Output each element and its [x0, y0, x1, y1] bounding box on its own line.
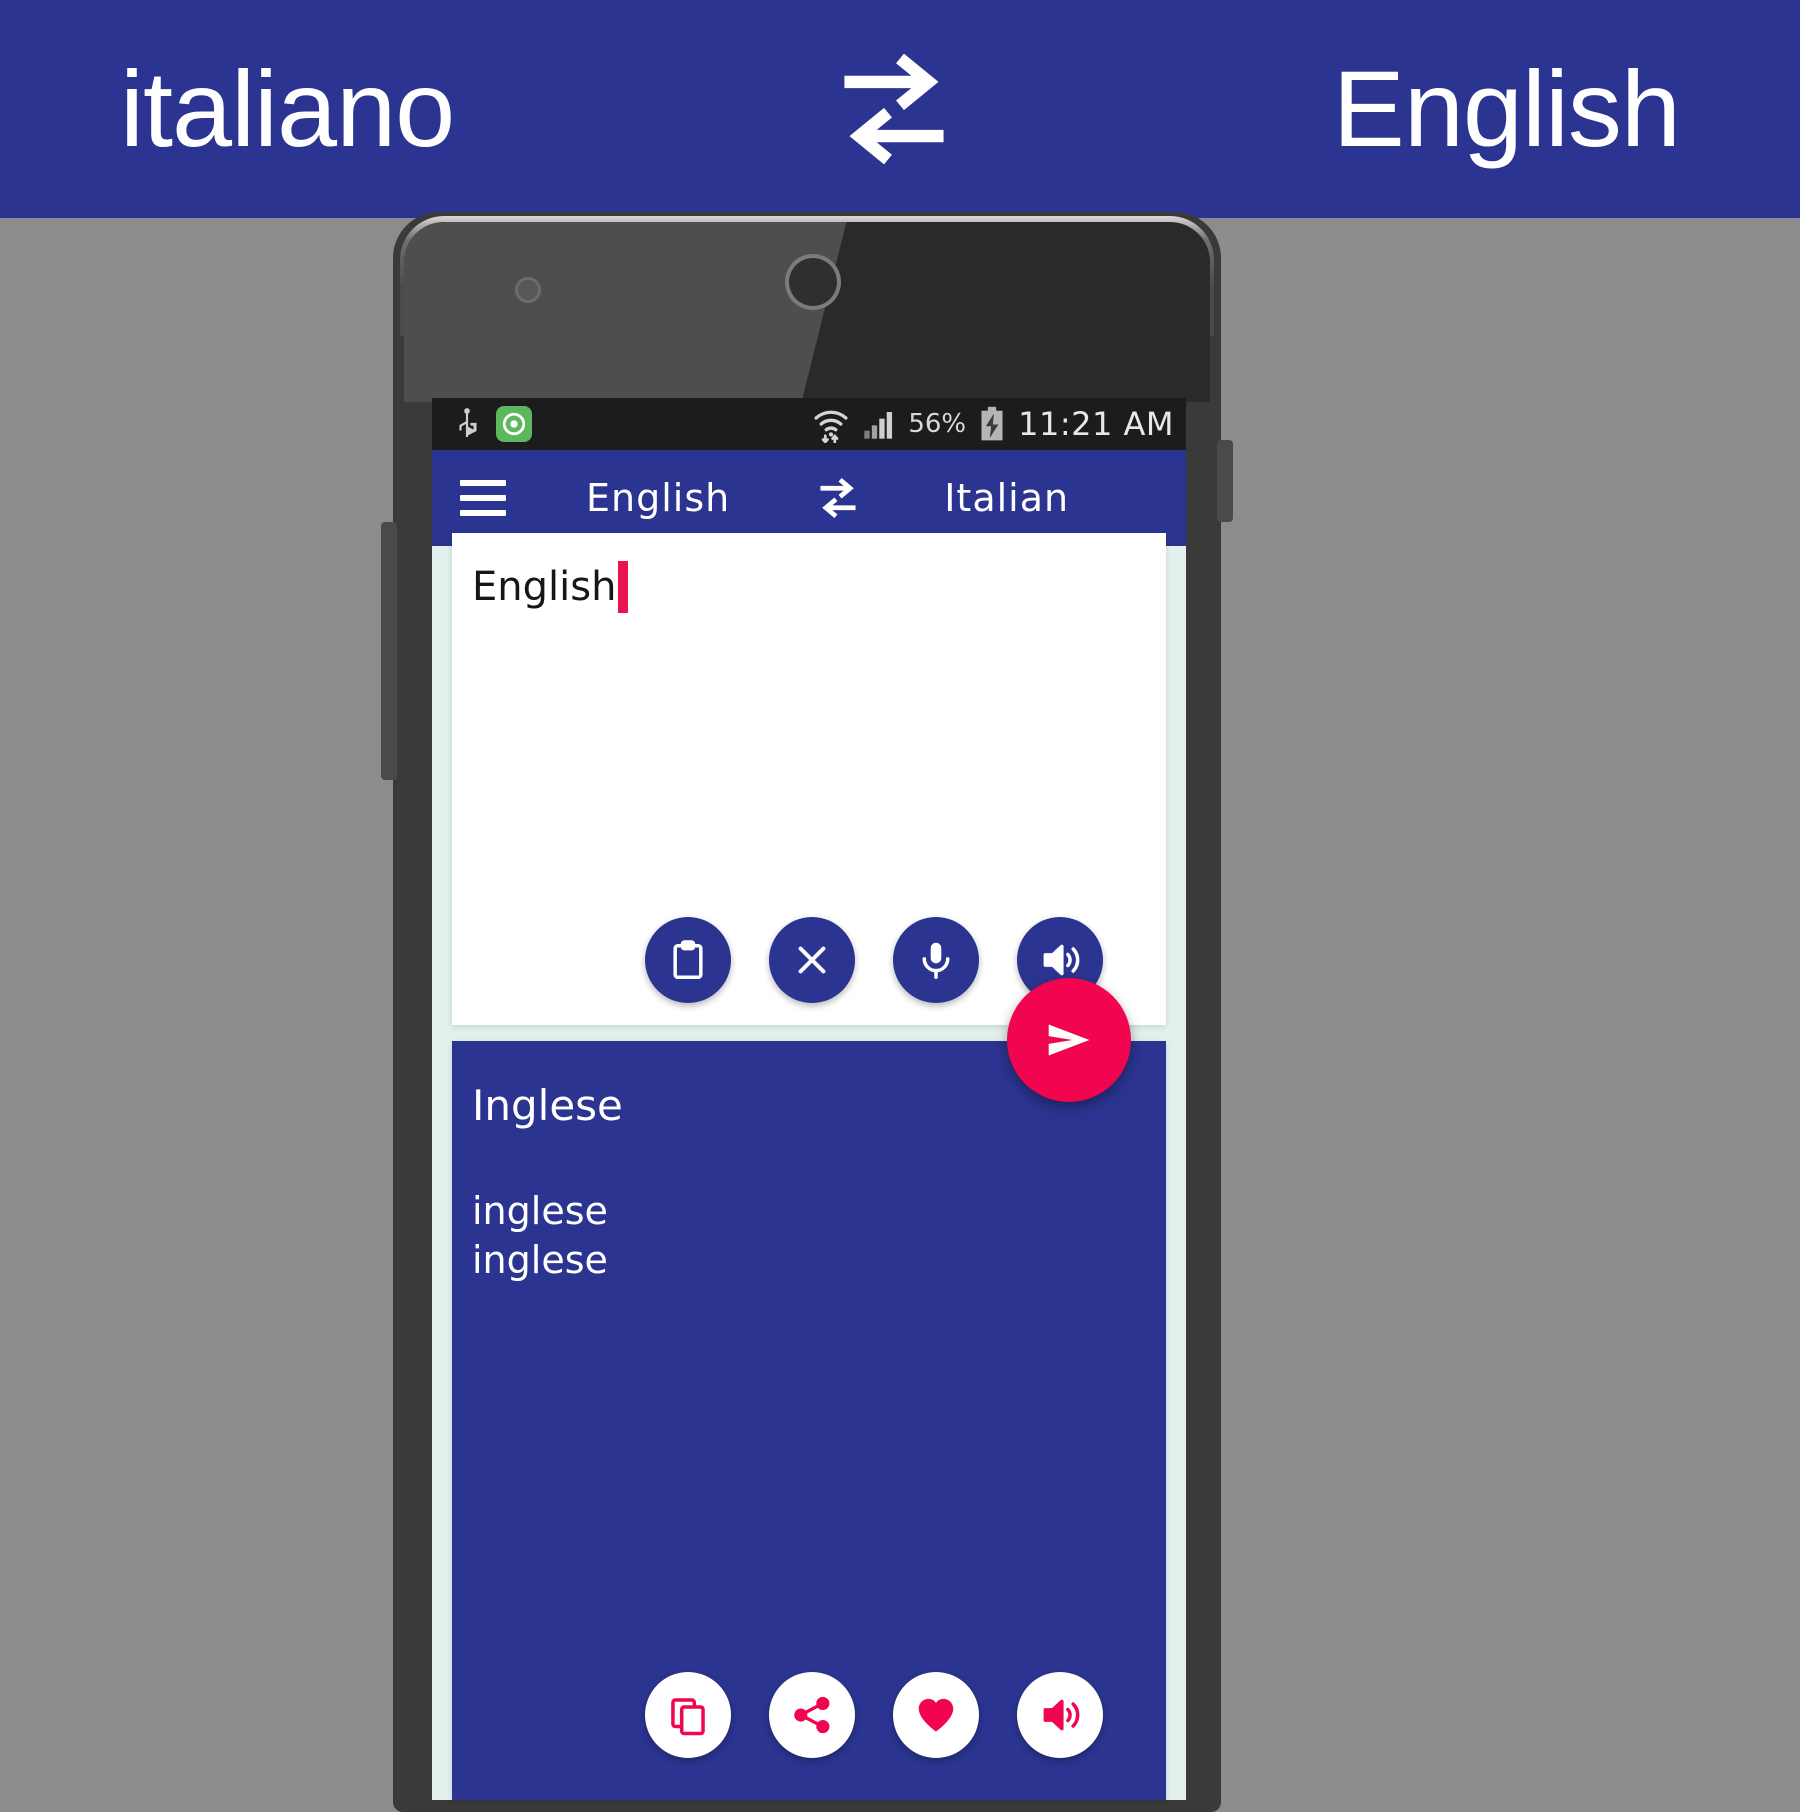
app-toolbar: English Italian	[432, 450, 1186, 546]
toolbar-target-language[interactable]: Italian	[944, 476, 1069, 520]
promo-target-language: English	[1332, 48, 1681, 169]
wifi-icon	[812, 405, 850, 443]
copy-button[interactable]	[645, 1672, 731, 1758]
translate-send-button[interactable]	[1007, 978, 1131, 1102]
text-cursor	[618, 561, 629, 613]
result-alternative-item: inglese	[472, 1237, 608, 1282]
listen-result-button[interactable]	[1017, 1672, 1103, 1758]
result-panel[interactable]: Inglese inglese inglese	[452, 1041, 1166, 1800]
swap-repeat-icon	[824, 39, 964, 179]
swap-repeat-icon[interactable]	[810, 470, 866, 526]
toolbar-source-language[interactable]: English	[586, 476, 730, 520]
voice-input-button[interactable]	[893, 917, 979, 1003]
favorite-button[interactable]	[893, 1672, 979, 1758]
paste-button[interactable]	[645, 917, 731, 1003]
menu-line	[460, 495, 506, 501]
battery-charging-icon	[978, 406, 1006, 442]
status-bar-left-icons	[454, 406, 532, 442]
source-input-field[interactable]: English	[472, 561, 629, 613]
earpiece-speaker-icon	[789, 258, 837, 306]
promo-banner: italiano English	[0, 0, 1800, 218]
source-input-value: English	[472, 564, 617, 610]
status-bar-clock: 11:21 AM	[1018, 405, 1174, 443]
result-action-bar	[452, 1672, 1166, 1758]
hamburger-menu-icon[interactable]	[460, 470, 516, 526]
phone-screen-top-bezel	[404, 222, 1210, 402]
result-alternative-item: inglese	[472, 1189, 608, 1233]
result-alternatives: inglese inglese	[472, 1187, 608, 1284]
menu-line	[460, 510, 506, 516]
front-camera-icon	[515, 277, 541, 303]
power-button[interactable]	[1217, 440, 1233, 522]
share-button[interactable]	[769, 1672, 855, 1758]
app-notification-icon	[496, 406, 532, 442]
usb-icon	[454, 407, 480, 441]
menu-line	[460, 480, 506, 486]
cellular-signal-icon	[862, 408, 896, 440]
android-status-bar: 56% 11:21 AM	[432, 398, 1186, 450]
clear-button[interactable]	[769, 917, 855, 1003]
volume-button[interactable]	[381, 522, 397, 780]
battery-percent-label: 56%	[908, 409, 967, 439]
source-text-panel[interactable]: English	[452, 533, 1166, 1025]
promo-source-language: italiano	[120, 48, 455, 169]
result-main-translation: Inglese	[472, 1081, 623, 1130]
status-bar-right-icons: 56% 11:21 AM	[812, 405, 1174, 443]
